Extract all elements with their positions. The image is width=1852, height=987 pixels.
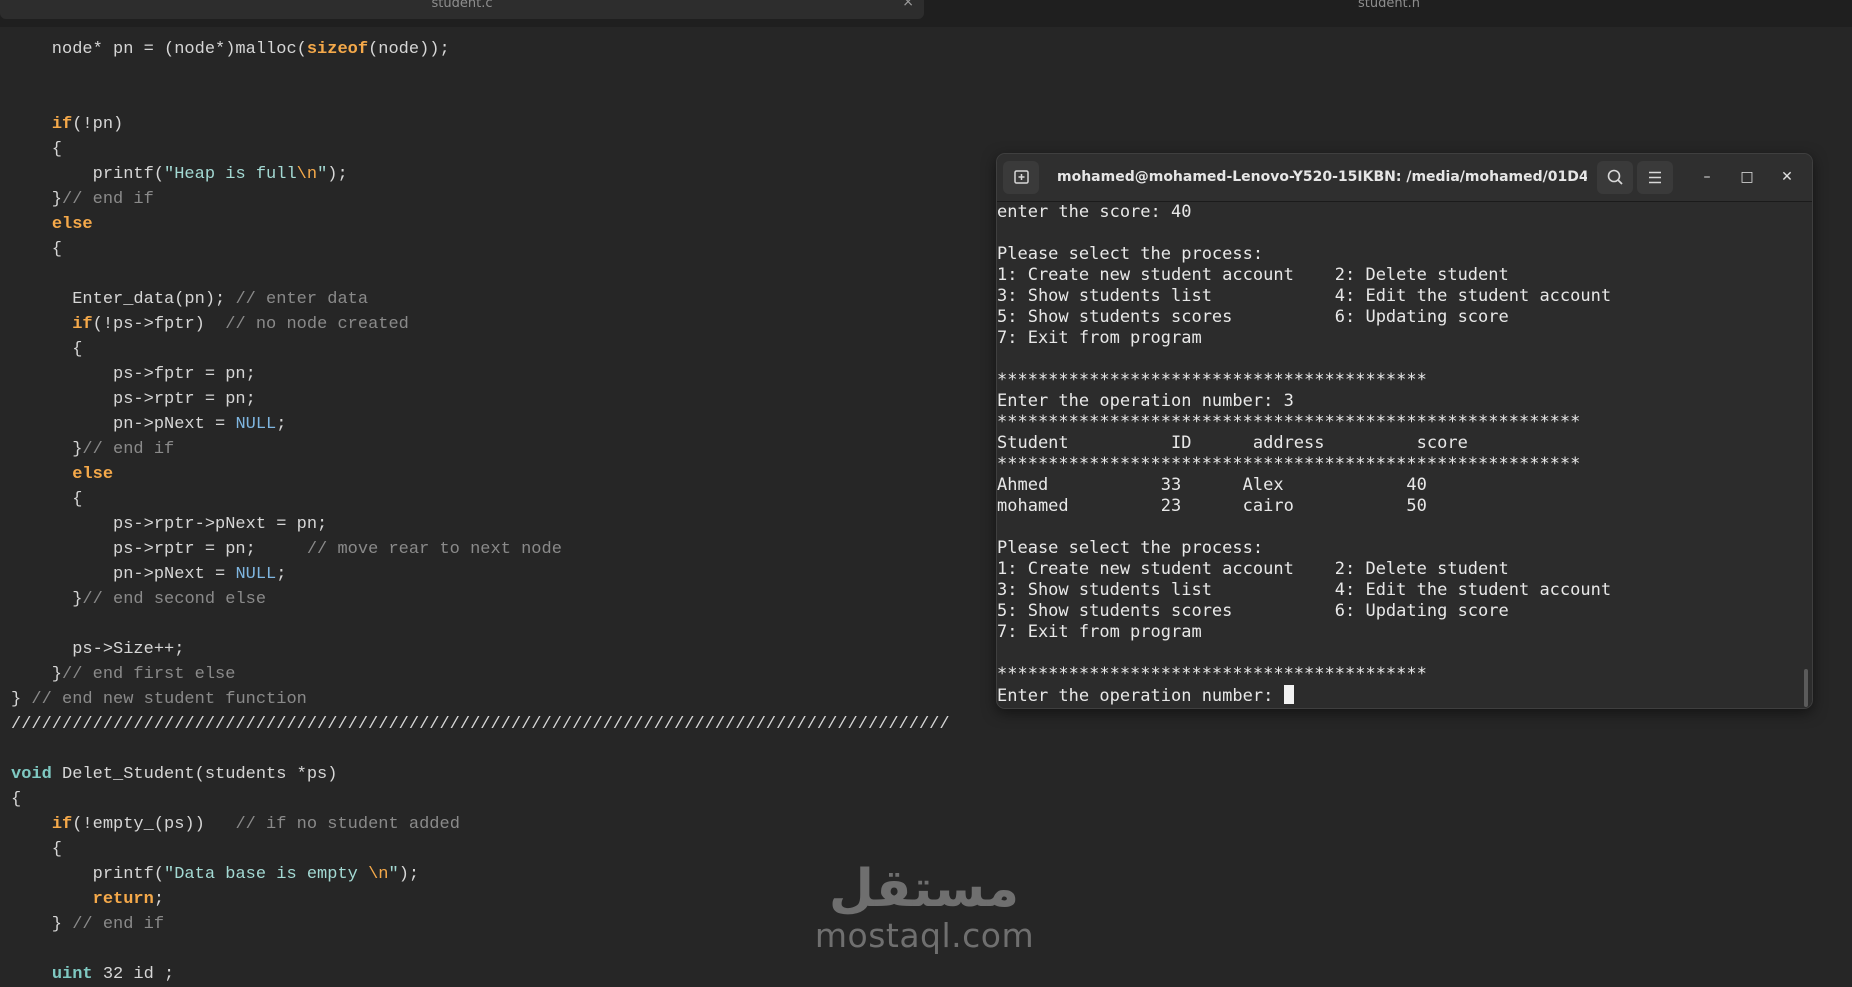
close-button[interactable]: ✕ bbox=[1775, 165, 1799, 189]
terminal-line: Ahmed 33 Alex 40 bbox=[997, 475, 1427, 495]
code-line: return; bbox=[92, 890, 165, 909]
code-line: }// end second else bbox=[11, 590, 267, 609]
code-line: { bbox=[11, 490, 83, 509]
terminal-prompt-line[interactable]: Enter the operation number: bbox=[997, 685, 1812, 706]
tab-student-c[interactable]: student.c × bbox=[0, 0, 924, 19]
terminal-line: ****************************************… bbox=[997, 664, 1427, 684]
mostaql-logo-image: مستقل bbox=[829, 859, 1019, 918]
terminal-line: ****************************************… bbox=[997, 454, 1581, 474]
minimize-button[interactable]: – bbox=[1695, 165, 1719, 189]
code-line: if(!ps->fptr) // no node created bbox=[72, 315, 409, 334]
terminal-prompt: Enter the operation number: bbox=[997, 686, 1284, 706]
editor-tab-bar: student.c × student.h bbox=[0, 0, 1852, 27]
code-line: { bbox=[11, 340, 83, 359]
terminal-window[interactable]: mohamed@mohamed-Lenovo-Y520-15IKBN: /med… bbox=[996, 153, 1813, 709]
code-line: }// end if bbox=[11, 190, 154, 209]
tab-student-h[interactable]: student.h bbox=[926, 0, 1852, 19]
tab-label: student.h bbox=[1357, 0, 1421, 11]
terminal-line: 5: Show students scores 6: Updating scor… bbox=[997, 601, 1509, 621]
hamburger-menu-icon bbox=[1649, 171, 1661, 184]
terminal-line: 5: Show students scores 6: Updating scor… bbox=[997, 307, 1509, 327]
terminal-menu-button[interactable] bbox=[1637, 161, 1673, 194]
code-editor[interactable]: node* pn = (node*)malloc(sizeof(node)); … bbox=[11, 37, 950, 987]
terminal-line: 7: Exit from program bbox=[997, 622, 1202, 642]
terminal-line: ****************************************… bbox=[997, 370, 1427, 390]
code-line: if(!empty_(ps)) // if no student added bbox=[51, 815, 460, 834]
code-line: { bbox=[11, 790, 22, 809]
code-line: else bbox=[51, 215, 93, 234]
code-line: }// end if bbox=[11, 440, 175, 459]
terminal-search-button[interactable] bbox=[1597, 161, 1633, 194]
code-line: printf("Heap is full\n"); bbox=[11, 165, 348, 184]
code-line: printf("Data base is empty \n"); bbox=[11, 865, 420, 884]
code-line: }// end first else bbox=[11, 665, 236, 684]
code-line: } // end if bbox=[11, 915, 165, 934]
terminal-titlebar[interactable]: mohamed@mohamed-Lenovo-Y520-15IKBN: /med… bbox=[997, 154, 1812, 202]
terminal-line: Please select the process: bbox=[997, 538, 1264, 558]
code-line: pn->pNext = NULL; bbox=[11, 415, 287, 434]
maximize-button[interactable]: □ bbox=[1735, 165, 1759, 189]
code-line: else bbox=[72, 465, 114, 484]
terminal-scrollbar[interactable] bbox=[1804, 669, 1808, 707]
terminal-line: enter the score: 40 bbox=[997, 202, 1192, 222]
terminal-line: Enter the operation number: 3 bbox=[997, 391, 1294, 411]
code-line: ps->fptr = pn; bbox=[11, 365, 256, 384]
code-line: ps->rptr = pn; bbox=[11, 390, 256, 409]
code-line: if(!pn) bbox=[51, 115, 124, 134]
terminal-line: 3: Show students list 4: Edit the studen… bbox=[997, 286, 1612, 306]
terminal-line: Please select the process: bbox=[997, 244, 1264, 264]
terminal-line: ****************************************… bbox=[997, 412, 1581, 432]
code-line: { bbox=[11, 840, 63, 859]
tab-label: student.c bbox=[431, 0, 493, 11]
code-line: { bbox=[11, 240, 63, 259]
terminal-line: 1: Create new student account 2: Delete … bbox=[997, 559, 1509, 579]
terminal-output[interactable]: enter the score: 40 Please select the pro… bbox=[997, 202, 1812, 708]
terminal-line: 7: Exit from program bbox=[997, 328, 1202, 348]
new-tab-button[interactable] bbox=[1003, 161, 1039, 194]
terminal-line: 1: Create new student account 2: Delete … bbox=[997, 265, 1509, 285]
code-line: ps->Size++; bbox=[11, 640, 185, 659]
code-line: ////////////////////////////////////////… bbox=[11, 715, 950, 734]
search-icon bbox=[1607, 169, 1623, 185]
watermark-domain: mostaql.com bbox=[814, 916, 1035, 955]
code-line: void Delet_Student(students *ps) bbox=[11, 765, 338, 784]
code-line: ps->rptr->pNext = pn; bbox=[11, 515, 328, 534]
terminal-lines: enter the score: 40 Please select the pro… bbox=[997, 202, 1812, 685]
code-line: } // end new student function bbox=[11, 690, 307, 709]
terminal-line: Student ID address score bbox=[997, 433, 1468, 453]
code-line: { bbox=[11, 140, 63, 159]
terminal-title: mohamed@mohamed-Lenovo-Y520-15IKBN: /med… bbox=[1057, 169, 1587, 185]
tab-close-icon[interactable]: × bbox=[902, 0, 914, 9]
terminal-line: 3: Show students list 4: Edit the studen… bbox=[997, 580, 1612, 600]
text-cursor bbox=[1283, 685, 1294, 704]
mostaql-watermark: مستقل mostaql.com bbox=[812, 856, 1037, 956]
code-line: ps->rptr = pn; // move rear to next node bbox=[11, 540, 562, 559]
code-line: Enter_data(pn); // enter data bbox=[11, 290, 369, 309]
terminal-line: mohamed 23 cairo 50 bbox=[997, 496, 1427, 516]
new-tab-icon bbox=[1014, 170, 1029, 184]
svg-text:مستقل: مستقل bbox=[829, 859, 1019, 918]
code-line: pn->pNext = NULL; bbox=[11, 565, 287, 584]
code-line: node* pn = (node*)malloc(sizeof(node)); bbox=[11, 40, 450, 59]
